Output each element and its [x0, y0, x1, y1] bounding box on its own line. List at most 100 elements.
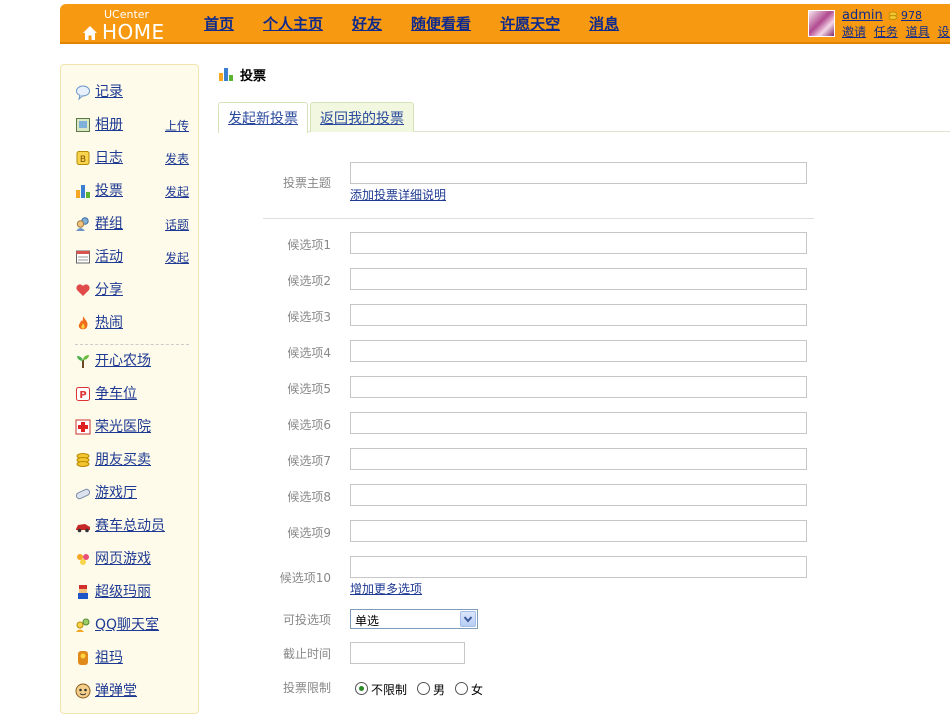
sidebar-item-album[interactable]: 相册 上传 — [75, 115, 193, 135]
option-label: 候选项5 — [287, 382, 331, 396]
radio-label: 女 — [471, 683, 484, 697]
option-input-5[interactable] — [350, 376, 807, 398]
nav-profile[interactable]: 个人主页 — [263, 15, 323, 33]
vote-type-value: 单选 — [355, 614, 380, 628]
red-cross-icon — [75, 419, 91, 435]
subject-input[interactable] — [350, 162, 807, 184]
upload-link[interactable]: 上传 — [165, 118, 189, 134]
topic-link[interactable]: 话题 — [165, 217, 189, 233]
radio-checked-icon[interactable] — [355, 682, 368, 695]
sidebar-item-label: 游戏厅 — [95, 485, 137, 501]
option-label: 候选项3 — [287, 310, 331, 324]
sidebar-game-zuma[interactable]: 祖玛 — [75, 648, 193, 668]
sidebar-item-events[interactable]: 活动 发起 — [75, 247, 193, 267]
sidebar-game-hospital[interactable]: 荣光医院 — [75, 417, 193, 437]
bar-chart-icon — [76, 185, 90, 198]
option-label: 候选项1 — [287, 238, 331, 252]
tab-new-poll[interactable]: 发起新投票 — [218, 102, 308, 133]
vote-type-select[interactable]: 单选 — [350, 609, 478, 629]
sidebar-item-label: 投票 — [95, 183, 123, 199]
user-box: admin 978 邀请 任务 道具 设置 — [808, 8, 950, 40]
sidebar-game-farm[interactable]: 开心农场 — [75, 351, 193, 371]
nav-friends[interactable]: 好友 — [352, 15, 382, 33]
sidebar-item-records[interactable]: 记录 — [75, 82, 193, 102]
option-input-7[interactable] — [350, 448, 807, 470]
poll-tabs: 发起新投票 返回我的投票 — [218, 102, 950, 133]
sidebar-item-label: 赛车总动员 — [95, 518, 165, 534]
option-input-4[interactable] — [350, 340, 807, 362]
nav-messages[interactable]: 消息 — [589, 15, 619, 33]
web-game-icon — [77, 554, 89, 565]
avatar[interactable] — [808, 10, 835, 37]
username-link[interactable]: admin — [842, 8, 883, 23]
ddtank-icon — [75, 683, 91, 699]
option-label: 候选项9 — [287, 526, 331, 540]
top-header: UCenter HOME 首页 个人主页 好友 随便看看 许愿天空 消息 adm… — [0, 0, 950, 44]
calendar-icon — [76, 250, 90, 264]
sidebar-game-mario[interactable]: 超级玛丽 — [75, 582, 193, 602]
speech-bubble-icon — [76, 85, 90, 100]
option-input-6[interactable] — [350, 412, 807, 434]
sidebar-game-racing[interactable]: 赛车总动员 — [75, 516, 193, 536]
add-detail-link[interactable]: 添加投票详细说明 — [350, 186, 446, 203]
sidebar-game-friend-trade[interactable]: 朋友买卖 — [75, 450, 193, 470]
nav-home[interactable]: 首页 — [204, 15, 234, 33]
publish-link[interactable]: 发表 — [165, 151, 189, 167]
coins-icon — [76, 453, 90, 467]
tab-my-polls-label: 返回我的投票 — [320, 111, 404, 127]
chevron-down-icon[interactable] — [460, 611, 476, 627]
props-link[interactable]: 道具 — [906, 25, 930, 39]
user-links: 邀请 任务 道具 设置 — [842, 23, 950, 40]
add-more-options-link[interactable]: 增加更多选项 — [350, 580, 422, 597]
sidebar-item-label: 开心农场 — [95, 353, 151, 369]
coin-icon — [888, 11, 898, 20]
sidebar-item-label: QQ聊天室 — [95, 617, 160, 633]
nav-browse[interactable]: 随便看看 — [411, 15, 471, 33]
sidebar-item-share[interactable]: 分享 — [75, 280, 193, 300]
credit-count[interactable]: 978 — [901, 9, 922, 22]
settings-link[interactable]: 设置 — [938, 25, 950, 39]
svg-text:P: P — [79, 390, 86, 401]
deadline-input[interactable] — [350, 642, 465, 664]
sidebar-game-ddtank[interactable]: 弹弹堂 — [75, 681, 193, 701]
gamepad-icon — [75, 488, 91, 500]
logo-home-text: HOME — [102, 20, 165, 44]
sidebar-game-qq-chat[interactable]: QQ聊天室 — [75, 615, 193, 635]
task-link[interactable]: 任务 — [874, 25, 898, 39]
heart-share-icon — [76, 284, 90, 296]
option-input-3[interactable] — [350, 304, 807, 326]
option-input-1[interactable] — [350, 232, 807, 254]
nav-wish-sky[interactable]: 许愿天空 — [500, 15, 560, 33]
svg-text:B: B — [80, 155, 86, 165]
start-event-link[interactable]: 发起 — [165, 250, 189, 266]
sidebar-game-arcade[interactable]: 游戏厅 — [75, 483, 193, 503]
sidebar-item-groups[interactable]: 群组 话题 — [75, 214, 193, 234]
sidebar-item-label: 荣光医院 — [95, 419, 151, 435]
tab-my-polls[interactable]: 返回我的投票 — [310, 102, 414, 132]
sidebar-game-web-games[interactable]: 网页游戏 — [75, 549, 193, 569]
sidebar-item-label: 日志 — [95, 150, 123, 166]
radio-unchecked-icon[interactable] — [455, 682, 468, 695]
start-poll-link[interactable]: 发起 — [165, 184, 189, 200]
sidebar-item-label: 群组 — [95, 216, 123, 232]
sidebar-item-label: 超级玛丽 — [95, 584, 151, 600]
sidebar-item-poll[interactable]: 投票 发起 — [75, 181, 193, 201]
sidebar-item-hot[interactable]: 热闹 — [75, 313, 193, 333]
option-input-8[interactable] — [350, 484, 807, 506]
sidebar-game-parking[interactable]: P 争车位 — [75, 384, 193, 404]
ucenter-home-logo[interactable]: UCenter HOME — [82, 9, 192, 44]
radio-label: 男 — [433, 683, 446, 697]
sidebar-item-blog[interactable]: B 日志 发表 — [75, 148, 193, 168]
sprout-icon — [77, 355, 89, 368]
radio-label: 不限制 — [371, 683, 408, 697]
sidebar-item-label: 活动 — [95, 249, 123, 265]
invite-link[interactable]: 邀请 — [842, 25, 866, 39]
home-icon — [83, 26, 97, 40]
sidebar-item-label: 相册 — [95, 117, 123, 133]
sidebar-item-label: 热闹 — [95, 315, 123, 331]
option-input-10[interactable] — [350, 556, 807, 578]
option-input-2[interactable] — [350, 268, 807, 290]
page-title-text: 投票 — [240, 69, 267, 84]
radio-unchecked-icon[interactable] — [417, 682, 430, 695]
option-input-9[interactable] — [350, 520, 807, 542]
